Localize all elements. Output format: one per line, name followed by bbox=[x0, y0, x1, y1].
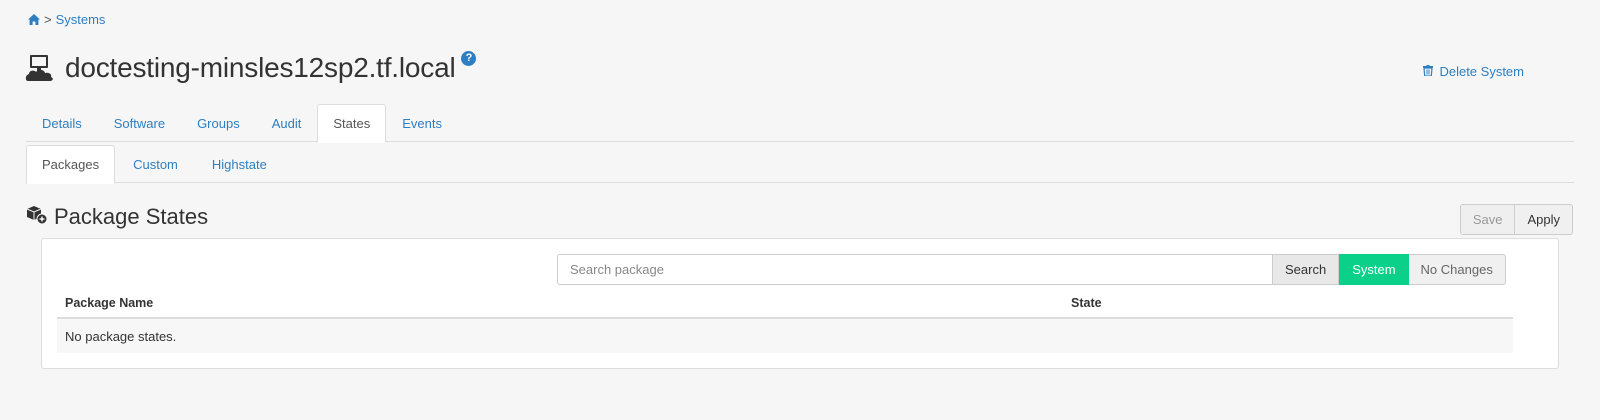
search-button[interactable]: Search bbox=[1273, 254, 1340, 285]
table-row: No package states. bbox=[57, 319, 1513, 353]
package-add-icon bbox=[26, 205, 48, 230]
home-icon[interactable] bbox=[28, 14, 40, 25]
delete-system-button[interactable]: Delete System bbox=[1423, 64, 1524, 79]
delete-system-label: Delete System bbox=[1439, 64, 1524, 79]
tab-groups[interactable]: Groups bbox=[181, 104, 256, 142]
package-states-table: Package Name State No package states. bbox=[57, 289, 1513, 353]
column-header-package-name: Package Name bbox=[65, 296, 154, 310]
tab-states[interactable]: States bbox=[317, 104, 387, 143]
subtab-packages[interactable]: Packages bbox=[26, 145, 116, 184]
system-icon bbox=[25, 53, 55, 83]
help-icon[interactable]: ? bbox=[461, 50, 477, 66]
package-states-panel: Search System No Changes Package Name St… bbox=[41, 238, 1559, 369]
apply-button[interactable]: Apply bbox=[1515, 204, 1573, 235]
no-changes-filter-button[interactable]: No Changes bbox=[1408, 254, 1506, 285]
states-subtabs: Packages Custom Highstate bbox=[26, 145, 1574, 184]
trash-icon bbox=[1423, 64, 1434, 79]
breadcrumb-link-systems[interactable]: Systems bbox=[56, 12, 106, 27]
system-filter-button[interactable]: System bbox=[1339, 254, 1409, 285]
empty-message: No package states. bbox=[65, 328, 177, 344]
table-header: Package Name State bbox=[57, 289, 1513, 319]
subtab-highstate[interactable]: Highstate bbox=[196, 145, 283, 183]
search-group: Search System No Changes bbox=[557, 254, 1506, 285]
breadcrumb: > Systems bbox=[28, 12, 105, 27]
tab-software[interactable]: Software bbox=[98, 104, 181, 142]
save-button[interactable]: Save bbox=[1459, 204, 1516, 235]
tab-audit[interactable]: Audit bbox=[256, 104, 318, 142]
page-title: doctesting-minsles12sp2.tf.local bbox=[65, 52, 456, 83]
section-header: Package States bbox=[26, 204, 208, 230]
search-input[interactable] bbox=[557, 254, 1273, 285]
tab-details[interactable]: Details bbox=[26, 104, 98, 142]
subtab-custom[interactable]: Custom bbox=[117, 145, 194, 183]
breadcrumb-separator: > bbox=[44, 12, 52, 27]
system-tabs: Details Software Groups Audit States Eve… bbox=[26, 104, 1574, 143]
tab-events[interactable]: Events bbox=[386, 104, 458, 142]
page-header: doctesting-minsles12sp2.tf.local ? bbox=[25, 50, 477, 84]
column-header-state: State bbox=[1071, 296, 1102, 310]
action-buttons: Save Apply bbox=[1459, 204, 1573, 235]
section-title: Package States bbox=[54, 204, 209, 229]
